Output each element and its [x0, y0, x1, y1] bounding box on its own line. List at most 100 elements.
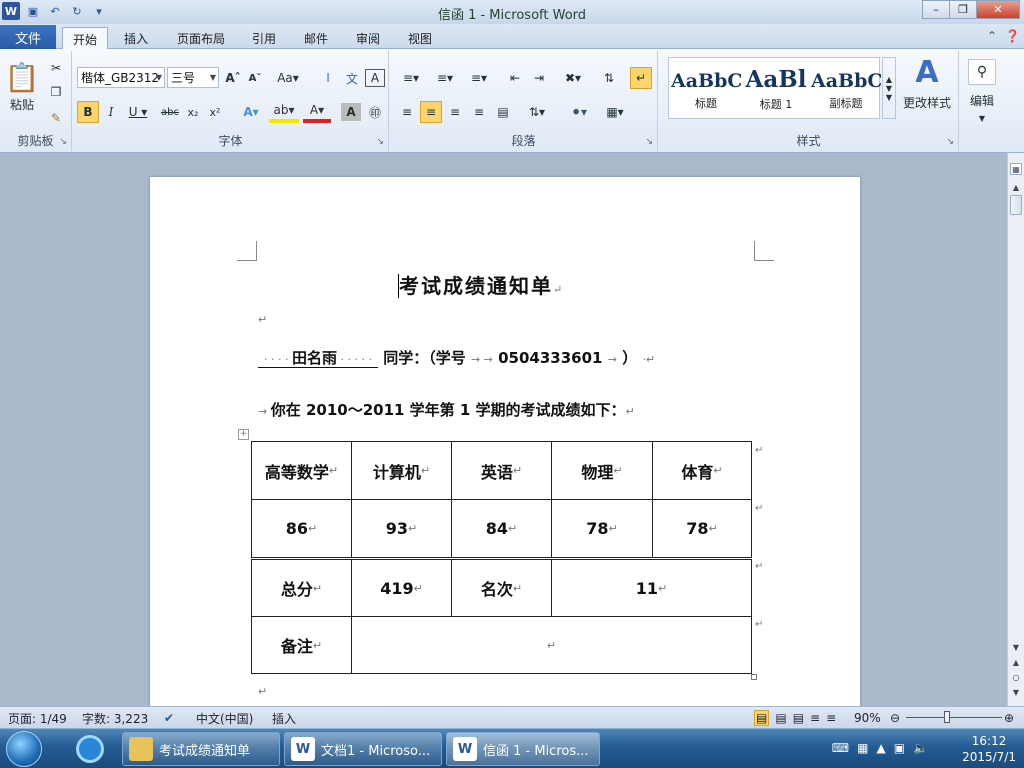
document-page[interactable]: 考试成绩通知单↵ ↵ · · · · 田名雨 · · · · · 同学：（学号 …: [150, 177, 860, 706]
table-cell[interactable]: 英语 ↵: [451, 441, 552, 500]
zoom-level[interactable]: 90%: [854, 710, 881, 726]
binoculars-icon[interactable]: ⚲: [968, 59, 996, 85]
strikethrough-button[interactable]: abc: [159, 101, 181, 123]
clear-formatting-icon[interactable]: ا: [317, 67, 339, 89]
italic-button[interactable]: I: [101, 101, 121, 123]
table-cell[interactable]: 物理 ↵: [551, 441, 653, 500]
zoom-in-icon[interactable]: ⊕: [1004, 710, 1014, 726]
paragraph-launcher-icon[interactable]: ↘: [645, 137, 653, 147]
next-page-icon[interactable]: ▼: [1010, 686, 1022, 698]
clipboard-launcher-icon[interactable]: ↘: [59, 137, 67, 147]
vertical-scrollbar[interactable]: ▦ ▲ ▼ ▲ ○ ▼: [1007, 153, 1024, 706]
font-launcher-icon[interactable]: ↘: [376, 137, 384, 147]
page-count[interactable]: 页面: 1/49: [8, 710, 67, 726]
line-spacing-icon[interactable]: ⇅▾: [522, 101, 552, 123]
insert-mode[interactable]: 插入: [272, 710, 296, 726]
zoom-slider-thumb[interactable]: [944, 711, 950, 723]
table-resize-handle-icon[interactable]: [751, 674, 757, 680]
multilevel-list-button[interactable]: ≡▾: [464, 67, 494, 89]
language[interactable]: 中文(中国): [196, 710, 253, 726]
clock[interactable]: 16:12 2015/7/1: [962, 733, 1016, 765]
scroll-down-icon[interactable]: ▼: [1010, 641, 1022, 653]
table-cell[interactable]: 78 ↵: [652, 499, 752, 558]
table-cell[interactable]: 86 ↵: [251, 499, 352, 558]
style-subtitle[interactable]: AaBbC 副标题: [811, 60, 881, 116]
network-icon[interactable]: ▣: [894, 741, 905, 755]
scroll-up-icon[interactable]: ▲: [1010, 181, 1022, 193]
grow-font-button[interactable]: Aˆ: [223, 67, 243, 89]
table-cell[interactable]: 总分 ↵: [251, 559, 352, 617]
table-cell[interactable]: 体育 ↵: [652, 441, 752, 500]
proofing-icon[interactable]: ✔: [164, 710, 174, 726]
character-border-button[interactable]: A: [365, 69, 385, 87]
sort-icon[interactable]: ⇅: [598, 67, 620, 89]
ie-icon[interactable]: [76, 735, 104, 763]
table-move-handle-icon[interactable]: +: [238, 429, 249, 440]
cut-icon[interactable]: ✂: [46, 57, 66, 79]
full-screen-reading-icon[interactable]: ▤: [775, 711, 786, 725]
table-cell[interactable]: 11 ↵: [551, 559, 752, 617]
shading-icon[interactable]: ⚫▾: [564, 101, 594, 123]
tab-file[interactable]: 文件: [0, 25, 56, 49]
copy-icon[interactable]: ❐: [46, 81, 66, 103]
font-color-button[interactable]: A▾: [303, 101, 331, 123]
format-painter-icon[interactable]: ✎: [46, 107, 66, 129]
table-cell[interactable]: 84 ↵: [451, 499, 552, 558]
web-layout-icon[interactable]: ▤: [793, 711, 804, 725]
minimize-button[interactable]: –: [922, 0, 950, 19]
draft-icon[interactable]: ≡: [826, 711, 836, 725]
character-shading-button[interactable]: A: [341, 103, 361, 121]
table-cell[interactable]: ↵: [351, 616, 752, 674]
show-formatting-marks-button[interactable]: ↵: [630, 67, 652, 89]
borders-icon[interactable]: ▦▾: [600, 101, 630, 123]
change-styles-button[interactable]: 更改样式: [898, 91, 956, 113]
taskbar-item-explorer[interactable]: 考试成绩通知单: [122, 732, 280, 766]
start-button[interactable]: [6, 731, 42, 767]
tab-review[interactable]: 审阅: [348, 27, 388, 49]
minimize-ribbon-icon[interactable]: ⌃: [987, 29, 997, 43]
enclose-characters-icon[interactable]: ㊞: [365, 101, 385, 123]
tab-home[interactable]: 开始: [62, 27, 108, 50]
table-cell[interactable]: 78 ↵: [551, 499, 653, 558]
help-icon[interactable]: ❓: [1005, 29, 1020, 43]
underline-button[interactable]: U ▾: [123, 101, 153, 123]
font-name-combo[interactable]: 楷体_GB2312 ▼: [77, 67, 165, 88]
align-left-icon[interactable]: ≡: [396, 101, 418, 123]
table-cell[interactable]: 高等数学 ↵: [251, 441, 352, 500]
close-button[interactable]: ✕: [976, 0, 1020, 19]
table-cell[interactable]: 计算机 ↵: [351, 441, 452, 500]
highlight-button[interactable]: ab▾: [269, 101, 299, 123]
decrease-indent-icon[interactable]: ⇤: [504, 67, 526, 89]
tab-references[interactable]: 引用: [244, 27, 284, 49]
phonetic-guide-icon[interactable]: 文: [341, 67, 363, 89]
tab-page-layout[interactable]: 页面布局: [168, 27, 234, 49]
styles-scroll[interactable]: ▲ ▼ ▼: [882, 57, 896, 119]
browse-object-icon[interactable]: ○: [1010, 671, 1022, 683]
previous-page-icon[interactable]: ▲: [1010, 656, 1022, 668]
change-case-button[interactable]: Aa▾: [275, 67, 301, 89]
outline-icon[interactable]: ≡: [810, 711, 820, 725]
print-layout-icon[interactable]: ▤: [754, 710, 770, 726]
table-cell[interactable]: 备注 ↵: [251, 616, 352, 674]
tab-insert[interactable]: 插入: [114, 27, 158, 49]
table-cell[interactable]: 93 ↵: [351, 499, 452, 558]
ruler-toggle-icon[interactable]: ▦: [1010, 163, 1022, 175]
bold-button[interactable]: B: [77, 101, 99, 123]
taskbar-item-word-doc1[interactable]: W 文档1 - Microso...: [284, 732, 442, 766]
font-size-combo[interactable]: 三号 ▼: [167, 67, 219, 88]
shrink-font-button[interactable]: Aˇ: [245, 67, 265, 89]
word-count[interactable]: 字数: 3,223: [82, 710, 148, 726]
tab-mailings[interactable]: 邮件: [296, 27, 336, 49]
superscript-button[interactable]: x²: [205, 101, 225, 123]
align-center-button[interactable]: ≡: [420, 101, 442, 123]
text-effects-button[interactable]: A▾: [237, 101, 265, 123]
tab-view[interactable]: 视图: [400, 27, 440, 49]
zoom-out-icon[interactable]: ⊖: [890, 710, 900, 726]
subscript-button[interactable]: x₂: [183, 101, 203, 123]
styles-launcher-icon[interactable]: ↘: [946, 137, 954, 147]
paste-button[interactable]: 粘贴: [4, 93, 40, 115]
chinese-layout-icon[interactable]: ✖▾: [558, 67, 588, 89]
taskbar-item-word-letter[interactable]: W 信函 1 - Micros...: [446, 732, 600, 766]
align-right-icon[interactable]: ≡: [444, 101, 466, 123]
numbering-button[interactable]: ≡▾: [430, 67, 460, 89]
